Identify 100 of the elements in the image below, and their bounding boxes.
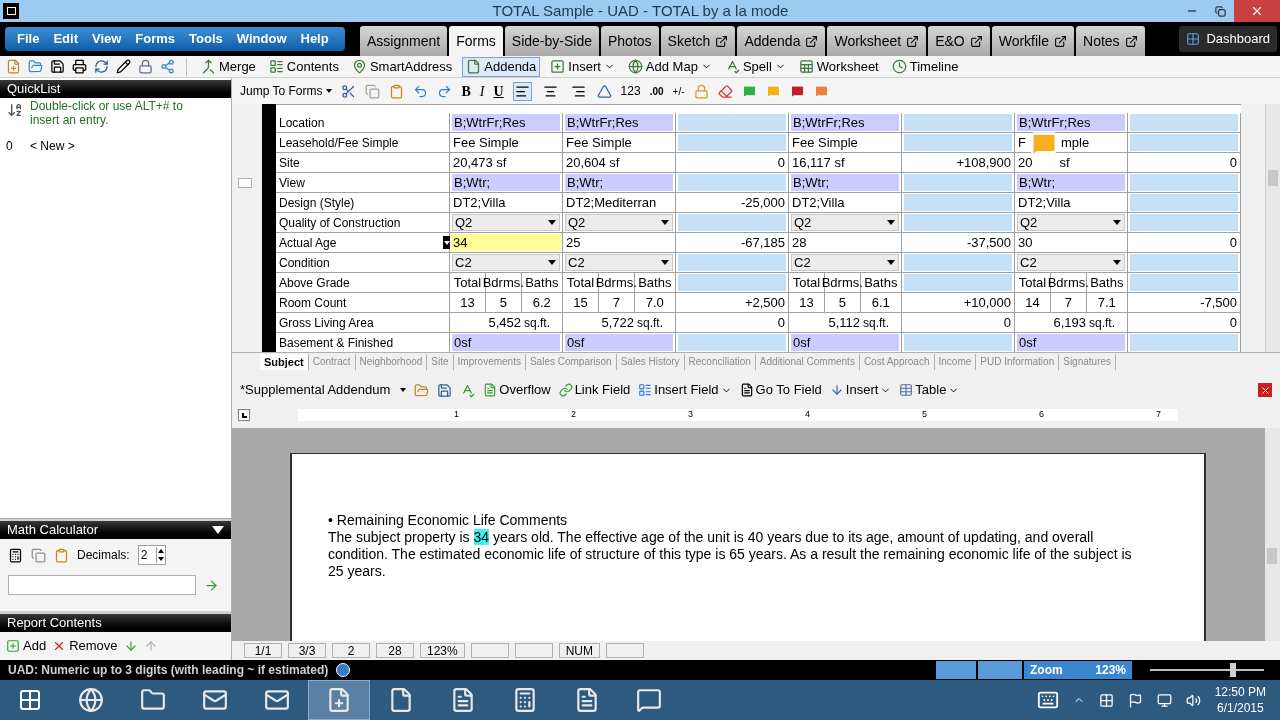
document-dropdown[interactable]: *Supplemental Addendum [240, 380, 407, 400]
table-cell[interactable] [678, 334, 786, 351]
form-tab[interactable]: Subject [260, 354, 309, 370]
table-cell[interactable]: 5 [824, 293, 861, 312]
table-cell[interactable] [904, 134, 1012, 151]
table-cell[interactable]: 30 [1015, 234, 1127, 251]
table-cell[interactable]: B;Wtr; [565, 174, 673, 191]
table-cell[interactable]: B;Wtr; [452, 174, 560, 191]
tab[interactable]: Sketch [660, 26, 736, 56]
table-cell[interactable] [1130, 334, 1238, 351]
menu-item[interactable]: Window [236, 29, 287, 49]
add-button[interactable]: Add [6, 636, 47, 656]
paste-icon[interactable] [54, 547, 69, 563]
table-cell[interactable] [904, 334, 1012, 351]
tab[interactable]: Workfile [991, 26, 1074, 56]
table-cell[interactable] [678, 274, 786, 291]
tab[interactable]: Assignment [360, 26, 448, 56]
table-cell[interactable]: -67,185 [676, 234, 788, 251]
table-cell[interactable]: 16,117 sf [789, 154, 901, 171]
sign-button[interactable]: +/- [672, 83, 685, 99]
overflow-button[interactable]: Overflow [483, 380, 551, 400]
tab-stop-button[interactable] [238, 409, 250, 421]
dropdown[interactable]: C2 [791, 254, 899, 271]
table-cell[interactable]: DT2;Villa [789, 194, 901, 211]
spellcheck-icon[interactable] [460, 382, 476, 398]
dropdown[interactable]: Q2 [1017, 214, 1125, 231]
paste-icon[interactable] [389, 83, 405, 99]
font-size-icon[interactable] [596, 83, 612, 99]
table-cell[interactable]: 7.1 [1086, 293, 1127, 312]
tab[interactable]: Photos [601, 26, 659, 56]
table-cell[interactable]: -7,500 [1128, 294, 1240, 311]
tab[interactable]: Notes [1076, 26, 1145, 56]
dropdown[interactable]: Q2 [791, 214, 899, 231]
menu-item[interactable]: File [17, 29, 40, 49]
table-cell[interactable] [1130, 274, 1238, 291]
tab[interactable]: Forms [449, 26, 503, 56]
table-cell[interactable]: +10,000 [902, 294, 1014, 311]
table-cell[interactable]: 6,193 [1015, 312, 1089, 333]
table-cell[interactable]: 20,473 sf [450, 154, 562, 171]
new-file-icon[interactable] [6, 59, 21, 74]
insert-field-button[interactable]: Insert Field [638, 380, 732, 400]
lock-icon[interactable] [138, 59, 153, 74]
menu-item[interactable]: Edit [53, 29, 78, 49]
calculator-icon[interactable] [8, 547, 23, 563]
table-cell[interactable]: 0sf [452, 334, 560, 351]
table-cell[interactable]: 7 [1050, 293, 1087, 312]
table-cell[interactable] [1130, 214, 1238, 231]
toolbar-button[interactable]: Worksheet [795, 56, 882, 77]
table-cell[interactable]: +2,500 [676, 294, 788, 311]
table-cell[interactable]: 13 [789, 293, 825, 312]
align-button[interactable] [512, 81, 532, 101]
remove-button[interactable]: Remove [52, 636, 118, 656]
menu-item[interactable]: Tools [189, 29, 223, 49]
toolbar-button[interactable]: Contents [265, 56, 342, 77]
table-cell[interactable]: 5,722 [563, 312, 637, 333]
toolbar-button[interactable]: Insert [547, 56, 618, 77]
table-cell[interactable] [1130, 194, 1238, 211]
table-cell[interactable] [1130, 254, 1238, 271]
list-item[interactable]: < New > [30, 137, 75, 155]
italic-button[interactable]: I [479, 80, 485, 102]
close-button[interactable] [1258, 383, 1272, 397]
table-button[interactable]: Table [899, 380, 960, 400]
zoom-slider[interactable] [1150, 663, 1264, 677]
toolbar-button[interactable]: Merge [198, 56, 259, 77]
arrow-right-icon[interactable] [204, 577, 219, 593]
table-cell[interactable]: 0 [1128, 314, 1240, 331]
table-cell[interactable]: DT2;Mediterran [563, 194, 675, 211]
table-cell[interactable]: 0 [1128, 234, 1240, 251]
bold-button[interactable]: B [461, 80, 471, 102]
table-cell[interactable]: 25 [563, 234, 675, 251]
table-cell[interactable]: 0sf [791, 334, 899, 351]
decimals-spinner[interactable]: 2 [137, 545, 166, 565]
table-cell[interactable] [678, 114, 786, 131]
table-cell[interactable]: B;WtrFr;Res [791, 114, 899, 131]
table-cell[interactable]: 34 [451, 234, 561, 251]
number-format-button[interactable]: 123 [620, 82, 641, 100]
table-cell[interactable] [904, 194, 1012, 211]
toolbar-button[interactable]: Addenda [462, 56, 541, 77]
table-cell[interactable]: 0 [676, 154, 788, 171]
table-cell[interactable]: 7.0 [634, 293, 675, 312]
table-cell[interactable]: 5 [485, 293, 522, 312]
table-cell[interactable]: 13 [450, 293, 486, 312]
table-cell[interactable]: Fee Simple [789, 134, 901, 151]
eraser-icon[interactable] [717, 83, 733, 99]
comment-icon[interactable] [789, 83, 805, 99]
table-cell[interactable] [678, 174, 786, 191]
redo-icon[interactable] [437, 83, 453, 99]
menu-item[interactable]: Forms [135, 29, 176, 49]
folder-icon[interactable] [414, 382, 430, 398]
table-cell[interactable] [678, 134, 786, 151]
dropdown[interactable]: Q2 [452, 214, 560, 231]
keyboard-icon[interactable] [1036, 689, 1059, 711]
insert-button[interactable]: Insert [829, 380, 892, 400]
table-cell[interactable] [1130, 134, 1238, 151]
windows-icon[interactable] [1098, 692, 1114, 708]
print-icon[interactable] [72, 59, 87, 74]
table-cell[interactable]: DT2;Villa [450, 194, 562, 211]
clock[interactable]: 12:50 PM 6/1/2015 [1214, 684, 1266, 716]
table-cell[interactable]: 15 [563, 293, 599, 312]
table-cell[interactable]: DT2;Villa [1015, 194, 1127, 211]
